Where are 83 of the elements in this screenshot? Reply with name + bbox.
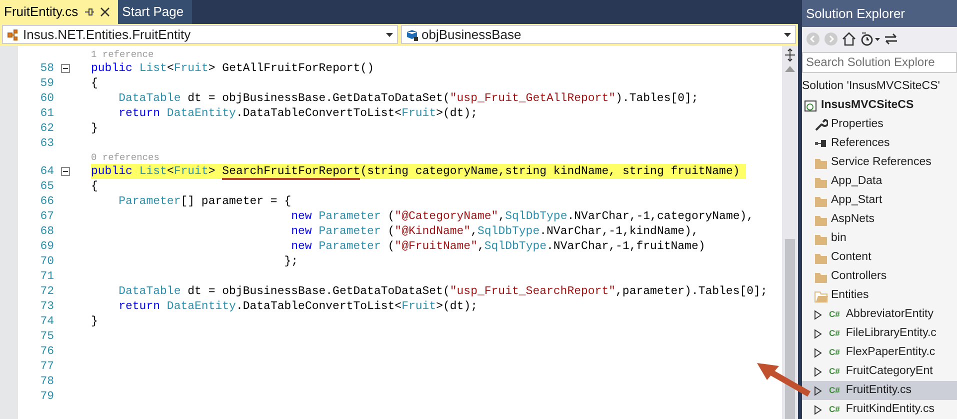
line-number: 78: [39, 374, 54, 390]
field-icon: [406, 28, 418, 40]
tree-item[interactable]: Controllers: [802, 267, 957, 286]
line-number: 65: [39, 178, 54, 195]
code-line: {: [91, 76, 98, 91]
line-number: 67: [39, 208, 54, 225]
code-line: new Parameter ("@CategoryName",SqlDbType.NVarChar,-1,categoryName),: [290, 209, 754, 224]
code-line: return DataEntity.DataTableConvertToList<Fruit>(dt);: [118, 299, 478, 314]
dropdown-arrow-icon: [784, 32, 791, 36]
panel-title: Solution Explorer: [802, 0, 957, 27]
close-icon[interactable]: [100, 7, 110, 17]
code-line: Parameter[] parameter = {: [118, 194, 292, 209]
tree-item[interactable]: InsusMVCSiteCS: [802, 96, 957, 115]
code-line: DataTable dt = objBusinessBase.GetDataToDataSet("usp_Fruit_SearchReport",parameter).Tables[0];: [118, 284, 768, 299]
tree-item[interactable]: App_Data: [802, 172, 957, 191]
dropdown-arrow-icon: [386, 32, 392, 36]
line-number: 61: [39, 106, 54, 122]
code-line: return DataEntity.DataTableConvertToList<Fruit>(dt);: [118, 106, 478, 121]
tree-item[interactable]: Service References: [802, 153, 957, 172]
code-line: DataTable dt = objBusinessBase.GetDataToDataSet("usp_Fruit_GetAllReport").Tables[0];: [118, 91, 698, 106]
tree-item[interactable]: C# FlexPaperEntity.c: [802, 343, 957, 362]
line-number: 68: [39, 224, 54, 240]
line-number: 79: [39, 388, 54, 405]
class-icon: [7, 28, 19, 40]
vertical-scrollbar[interactable]: [782, 46, 798, 419]
csharp-file-icon: C#: [829, 384, 840, 397]
home-icon[interactable]: [842, 32, 856, 46]
code-line: {: [91, 179, 98, 194]
history-icon[interactable]: [860, 32, 880, 46]
tree-item[interactable]: C# FruitEntity.cs: [802, 381, 957, 400]
tree-item[interactable]: Content: [802, 248, 957, 267]
line-number: 63: [39, 136, 54, 152]
type-dropdown[interactable]: Insus.NET.Entities.FruitEntity: [2, 25, 398, 44]
csharp-file-icon: C#: [829, 365, 840, 378]
line-number: 66: [39, 194, 54, 210]
csharp-file-icon: C#: [829, 403, 840, 416]
tree-item[interactable]: Entities: [802, 286, 957, 305]
wrench-icon: [814, 118, 828, 132]
editor-tab[interactable]: FruitEntity.cs: [0, 0, 118, 24]
code-line: public List<Fruit> GetAllFruitForReport(): [91, 61, 374, 76]
scroll-thumb[interactable]: [785, 239, 795, 419]
editor-tab[interactable]: Start Page: [118, 0, 192, 24]
tree-item[interactable]: App_Start: [802, 191, 957, 210]
tree-item[interactable]: Solution 'InsusMVCSiteCS': [802, 77, 957, 96]
line-number: 69: [39, 238, 54, 255]
line-number: 76: [39, 344, 54, 360]
line-number: 71: [39, 268, 54, 285]
csharp-file-icon: C#: [829, 346, 840, 359]
csharp-file-icon: C#: [829, 308, 840, 321]
split-icon[interactable]: [784, 48, 796, 62]
line-number: 59: [39, 76, 54, 92]
tree-item[interactable]: References: [802, 134, 957, 153]
tree-item[interactable]: AspNets: [802, 210, 957, 229]
tree-item[interactable]: C# FruitKindEntity.cs: [802, 400, 957, 419]
line-number: 62: [39, 120, 54, 137]
search-field[interactable]: Search Solution Explore: [802, 52, 957, 73]
collapse-icon[interactable]: [61, 64, 70, 73]
code-line: }: [91, 121, 98, 136]
line-number: 77: [39, 358, 54, 375]
line-number: 60: [39, 90, 54, 107]
tree-item[interactable]: bin: [802, 229, 957, 248]
sync-icon[interactable]: [884, 32, 898, 46]
code-line: }: [91, 314, 98, 329]
line-number: 73: [39, 298, 54, 315]
collapse-icon[interactable]: [61, 167, 70, 176]
annotation-arrow: [755, 360, 811, 398]
line-number: 74: [39, 314, 54, 330]
tree-item[interactable]: C# AbbreviatorEntity: [802, 305, 957, 324]
line-number: 58: [39, 60, 54, 77]
tree-item[interactable]: Properties: [802, 115, 957, 134]
line-number: 72: [39, 284, 54, 300]
code-line: new Parameter ("@FruitName",SqlDbType.NVarChar,-1,fruitName): [290, 239, 706, 254]
line-number: 64: [39, 164, 54, 180]
pin-icon[interactable]: [84, 7, 94, 17]
tree-item[interactable]: C# FileLibraryEntity.c: [802, 324, 957, 343]
line-number: 70: [39, 254, 54, 270]
code-line: };: [283, 254, 298, 269]
code-line: new Parameter ("@KindName",SqlDbType.NVarChar,-1,kindName),: [290, 224, 698, 239]
csharp-file-icon: C#: [829, 327, 840, 340]
tree-item[interactable]: C# FruitCategoryEnt: [802, 362, 957, 381]
open-folder-icon: [814, 288, 828, 302]
member-dropdown[interactable]: objBusinessBase: [400, 25, 796, 44]
line-number: 75: [39, 328, 54, 345]
